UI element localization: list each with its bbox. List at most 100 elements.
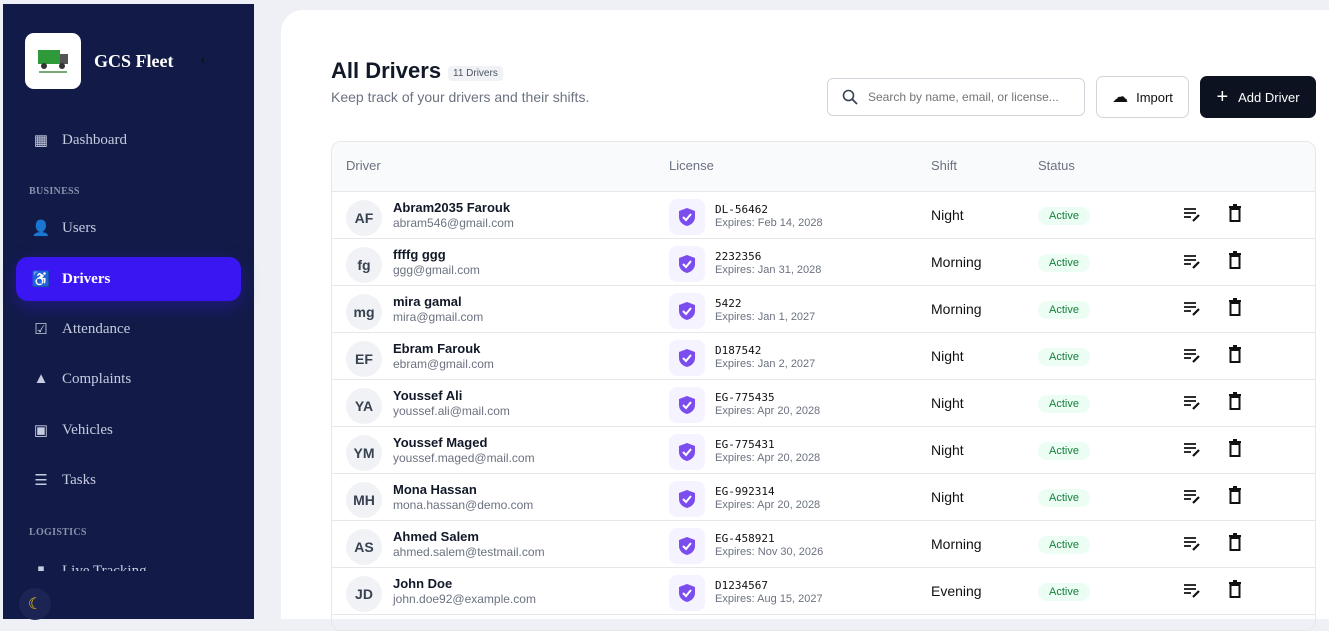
table-row[interactable]: AF Abram2035 Farouk abram546@gmail.com D… [332, 192, 1315, 239]
delete-icon[interactable] [1228, 298, 1242, 321]
status-badge: Active [1038, 583, 1090, 601]
driver-email: youssef.maged@mail.com [393, 451, 535, 465]
table-header: Driver License Shift Status [332, 142, 1315, 192]
sidebar-item-users[interactable]: 👤 Users [16, 206, 241, 250]
sidebar-item-complaints[interactable]: ▲ Complaints [16, 357, 241, 401]
sidebar-item-vehicles[interactable]: ▣ Vehicles [16, 408, 241, 452]
license-number: EG-775431 [715, 438, 775, 451]
shield-check-icon [669, 575, 705, 611]
sidebar-item-label: Complaints [62, 370, 132, 387]
license-number: 2232356 [715, 250, 762, 263]
sidebar-item-tasks[interactable]: ☰ Tasks [16, 458, 241, 502]
shield-check-icon [669, 340, 705, 376]
table-row[interactable]: AS Ahmed Salem ahmed.salem@testmail.com … [332, 521, 1315, 568]
driver-email: ggg@gmail.com [393, 263, 480, 277]
delete-icon[interactable] [1228, 439, 1242, 462]
driver-email: mona.hassan@demo.com [393, 498, 534, 512]
users-gear-icon: 👤 [31, 220, 51, 237]
shield-check-icon [669, 528, 705, 564]
main-content: All Drivers 11 Drivers Keep track of you… [281, 10, 1329, 631]
license-expiry: Expires: Aug 15, 2027 [715, 593, 823, 605]
delete-icon[interactable] [1228, 204, 1242, 227]
status-badge: Active [1038, 348, 1090, 366]
column-license: License [669, 158, 714, 173]
driver-email: youssef.ali@mail.com [393, 404, 510, 418]
section-business: BUSINESS [29, 186, 80, 197]
edit-icon[interactable] [1183, 347, 1201, 367]
sidebar-item-live-tracking[interactable]: ▮ Live Tracking [16, 549, 241, 572]
status-badge: Active [1038, 207, 1090, 225]
table-row[interactable]: MH Mona Hassan mona.hassan@demo.com EG-9… [332, 474, 1315, 521]
edit-icon[interactable] [1183, 206, 1201, 226]
table-row[interactable]: mg mira gamal mira@gmail.com 5422 Expire… [332, 286, 1315, 333]
license-expiry: Expires: Nov 30, 2026 [715, 546, 824, 558]
license-number: DL-56462 [715, 203, 768, 216]
sidebar-item-drivers[interactable]: ♿ Drivers [16, 257, 241, 301]
import-label: Import [1136, 89, 1173, 105]
shift: Night [931, 489, 964, 505]
delete-icon[interactable] [1228, 392, 1242, 415]
status-badge: Active [1038, 395, 1090, 413]
shift: Night [931, 442, 964, 458]
delete-icon[interactable] [1228, 345, 1242, 368]
delete-icon[interactable] [1228, 486, 1242, 509]
shield-check-icon [669, 434, 705, 470]
edit-icon[interactable] [1183, 441, 1201, 461]
delete-icon[interactable] [1228, 251, 1242, 274]
edit-icon[interactable] [1183, 582, 1201, 602]
avatar: AS [346, 529, 382, 565]
shift: Morning [931, 301, 982, 317]
sidebar-item-label: Live Tracking [62, 562, 147, 572]
driver-name: mira gamal [393, 294, 462, 309]
import-button[interactable]: ☁ Import [1096, 76, 1189, 118]
driver-email: mira@gmail.com [393, 310, 484, 324]
table-row[interactable]: YM Youssef Maged youssef.maged@mail.com … [332, 427, 1315, 474]
warning-icon: ▲ [33, 370, 49, 387]
driver-name: Abram2035 Farouk [393, 200, 511, 215]
edit-icon[interactable] [1183, 394, 1201, 414]
map-icon: ▮ [32, 562, 50, 572]
table-row[interactable]: EF Ebram Farouk ebram@gmail.com D187542 … [332, 333, 1315, 380]
section-logistics: LOGISTICS [29, 527, 87, 538]
sidebar-item-label: Drivers [62, 270, 111, 287]
driver-name: Youssef Ali [393, 388, 463, 403]
search-input[interactable] [868, 90, 1078, 104]
add-driver-button[interactable]: + Add Driver [1200, 76, 1316, 118]
table-row[interactable]: YA Youssef Ali youssef.ali@mail.com EG-7… [332, 380, 1315, 427]
edit-icon[interactable] [1183, 488, 1201, 508]
driver-email: ahmed.salem@testmail.com [393, 545, 545, 559]
driver-name: John Doe [393, 576, 453, 591]
license-number: EG-458921 [715, 532, 775, 545]
search-box[interactable] [827, 78, 1085, 116]
table-row[interactable]: fg ffffg ggg ggg@gmail.com 2232356 Expir… [332, 239, 1315, 286]
license-expiry: Expires: Apr 20, 2028 [715, 452, 821, 464]
page-title: All Drivers [331, 58, 442, 83]
shield-check-icon [669, 199, 705, 235]
avatar: YA [346, 388, 382, 424]
sidebar-item-dashboard[interactable]: ▦ Dashboard [16, 118, 241, 162]
shield-check-icon [669, 246, 705, 282]
collapse-sidebar-button[interactable]: ‹ [200, 51, 205, 69]
dark-mode-toggle[interactable]: ☾ [19, 588, 51, 620]
edit-icon[interactable] [1183, 535, 1201, 555]
status-badge: Active [1038, 536, 1090, 554]
edit-icon[interactable] [1183, 300, 1201, 320]
delete-icon[interactable] [1228, 580, 1242, 603]
bus-icon: ▣ [33, 422, 49, 439]
table-row[interactable]: JD John Doe john.doe92@example.com D1234… [332, 568, 1315, 615]
driver-email: john.doe92@example.com [393, 592, 536, 606]
shield-check-icon [669, 387, 705, 423]
edit-icon[interactable] [1183, 253, 1201, 273]
driver-email: ebram@gmail.com [393, 357, 494, 371]
cloud-download-icon: ☁ [1112, 89, 1129, 106]
column-driver: Driver [346, 158, 381, 173]
sidebar-item-attendance[interactable]: ☑ Attendance [16, 307, 241, 351]
status-badge: Active [1038, 301, 1090, 319]
calendar-check-icon: ☑ [34, 321, 48, 338]
driver-seat-icon: ♿ [31, 271, 51, 288]
license-number: EG-775435 [715, 391, 775, 404]
sidebar-item-label: Vehicles [62, 421, 113, 438]
sidebar-item-label: Tasks [62, 471, 96, 488]
avatar: JD [346, 576, 382, 612]
delete-icon[interactable] [1228, 533, 1242, 556]
